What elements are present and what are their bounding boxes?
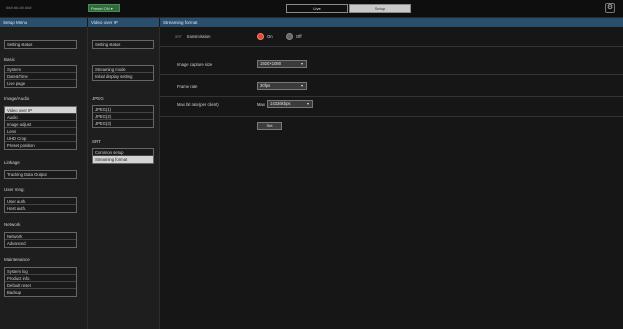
submenu-title: Video over IP <box>88 18 159 27</box>
video-over-ip-submenu: Setting status Streaming mode Initial di… <box>88 27 160 329</box>
sub-streaming-mode[interactable]: Streaming mode <box>93 66 153 73</box>
sub-jpeg-3[interactable]: JPEG(3) <box>93 120 153 127</box>
sub-setting-status[interactable]: Setting status <box>93 41 153 48</box>
section-basic: Basic <box>4 57 16 62</box>
srt-group: Common setup Streaming format <box>92 148 154 164</box>
sub-common-setup[interactable]: Common setup <box>93 149 153 156</box>
tab-setup[interactable]: Setup <box>349 4 411 13</box>
chevron-down-icon: ▾ <box>300 61 303 66</box>
chevron-down-icon: ▾ <box>110 6 113 11</box>
menu-host-auth[interactable]: Host auth. <box>5 205 76 212</box>
max-prefix: Max <box>257 102 265 107</box>
transmission-on-label: On <box>267 34 273 39</box>
chevron-down-icon: ▾ <box>306 101 309 106</box>
max-bit-rate-label: Max bit rate(per client) <box>177 102 219 107</box>
menu-default-reset[interactable]: Default reset <box>5 282 76 289</box>
menu-title: Setup Menu <box>0 18 87 27</box>
menu-date-time[interactable]: Date&Time <box>5 73 76 80</box>
transmission-on-radio[interactable] <box>257 33 264 40</box>
max-bit-rate-select[interactable]: 14336kbps ▾ <box>267 100 313 108</box>
preset-label: Preset ON <box>91 6 110 11</box>
network-group: Network Advanced <box>4 232 77 248</box>
user-mng-group: User auth. Host auth. <box>4 197 77 213</box>
menu-audio[interactable]: Audio <box>5 114 76 121</box>
setup-menu: Setting status Basic System Date&Time Li… <box>0 27 88 329</box>
camera-setup-app: ###.##.##.### Preset ON ▾ Live Setup ⚙ S… <box>0 0 623 329</box>
section-user-mng: User mng. <box>4 187 25 192</box>
set-button[interactable]: Set <box>257 122 282 130</box>
basic-group: System Date&Time Live page <box>4 65 77 88</box>
menu-video-over-ip[interactable]: Video over IP <box>5 107 76 114</box>
sub-jpeg-1[interactable]: JPEG(1) <box>93 106 153 113</box>
sub-jpeg-2[interactable]: JPEG(2) <box>93 113 153 120</box>
streaming-format-panel: SRT transmission On Off Image capture si… <box>160 27 623 329</box>
frame-rate-label: Frame rate <box>177 84 198 89</box>
image-audio-group: Video over IP Audio Image adjust Lens UH… <box>4 106 77 150</box>
menu-product-info[interactable]: Product info. <box>5 275 76 282</box>
row-image-capture-size: Image capture size 1920×1080 ▾ <box>160 55 623 75</box>
row-max-bit-rate: Max bit rate(per client) Max 14336kbps ▾ <box>160 95 623 117</box>
menu-image-adjust[interactable]: Image adjust <box>5 121 76 128</box>
srt-tag: SRT <box>175 35 182 39</box>
row-frame-rate: Frame rate 30fps ▾ <box>160 77 623 97</box>
sub-group-streaming: Streaming mode Initial display setting <box>92 65 154 81</box>
frame-rate-value: 30fps <box>260 83 271 88</box>
menu-preset-position[interactable]: Preset position <box>5 142 76 149</box>
gear-icon[interactable]: ⚙ <box>605 3 615 13</box>
chevron-down-icon: ▾ <box>300 83 303 88</box>
transmission-off-label: Off <box>296 34 302 39</box>
menu-live-page[interactable]: Live page <box>5 80 76 87</box>
preset-dropdown[interactable]: Preset ON ▾ <box>88 4 120 12</box>
camera-ip: ###.##.##.### <box>6 5 32 10</box>
menu-tracking-data-output[interactable]: Tracking Data Output <box>5 171 76 178</box>
section-srt: SRT <box>92 139 101 144</box>
menu-lens[interactable]: Lens <box>5 128 76 135</box>
section-image-audio: Image/Audio <box>4 96 30 101</box>
max-bit-rate-value: 14336kbps <box>270 101 291 106</box>
menu-setting-status[interactable]: Setting status <box>5 41 76 48</box>
section-maintenance: Maintenance <box>4 257 30 262</box>
menu-user-auth[interactable]: User auth. <box>5 198 76 205</box>
image-capture-size-value: 1920×1080 <box>260 61 282 66</box>
transmission-off-radio[interactable] <box>286 33 293 40</box>
menu-backup[interactable]: Backup <box>5 289 76 296</box>
section-linkage: Linkage <box>4 160 20 165</box>
menu-system[interactable]: System <box>5 66 76 73</box>
sub-streaming-format[interactable]: Streaming format <box>93 156 153 163</box>
transmission-label: transmission <box>187 34 211 39</box>
sub-setting-status-box: Setting status <box>92 40 154 49</box>
section-network: Network <box>4 222 21 227</box>
menu-system-log[interactable]: System log <box>5 268 76 275</box>
tab-live[interactable]: Live <box>286 4 348 13</box>
top-bar: ###.##.##.### Preset ON ▾ Live Setup ⚙ <box>0 0 623 18</box>
menu-uhd-crop[interactable]: UHD Crop <box>5 135 76 142</box>
frame-rate-select[interactable]: 30fps ▾ <box>257 82 307 90</box>
image-capture-size-label: Image capture size <box>177 62 213 67</box>
jpeg-group: JPEG(1) JPEG(2) JPEG(3) <box>92 105 154 128</box>
linkage-group: Tracking Data Output <box>4 170 77 179</box>
setting-status-box: Setting status <box>4 40 77 49</box>
menu-advanced[interactable]: Advanced <box>5 240 76 247</box>
section-jpeg: JPEG <box>92 96 104 101</box>
row-srt-transmission: SRT transmission On Off <box>160 27 623 47</box>
menu-network[interactable]: Network <box>5 233 76 240</box>
sub-initial-display-setting[interactable]: Initial display setting <box>93 73 153 80</box>
image-capture-size-select[interactable]: 1920×1080 ▾ <box>257 60 307 68</box>
content-title: Streaming format <box>160 18 623 27</box>
maintenance-group: System log Product info. Default reset B… <box>4 267 77 297</box>
